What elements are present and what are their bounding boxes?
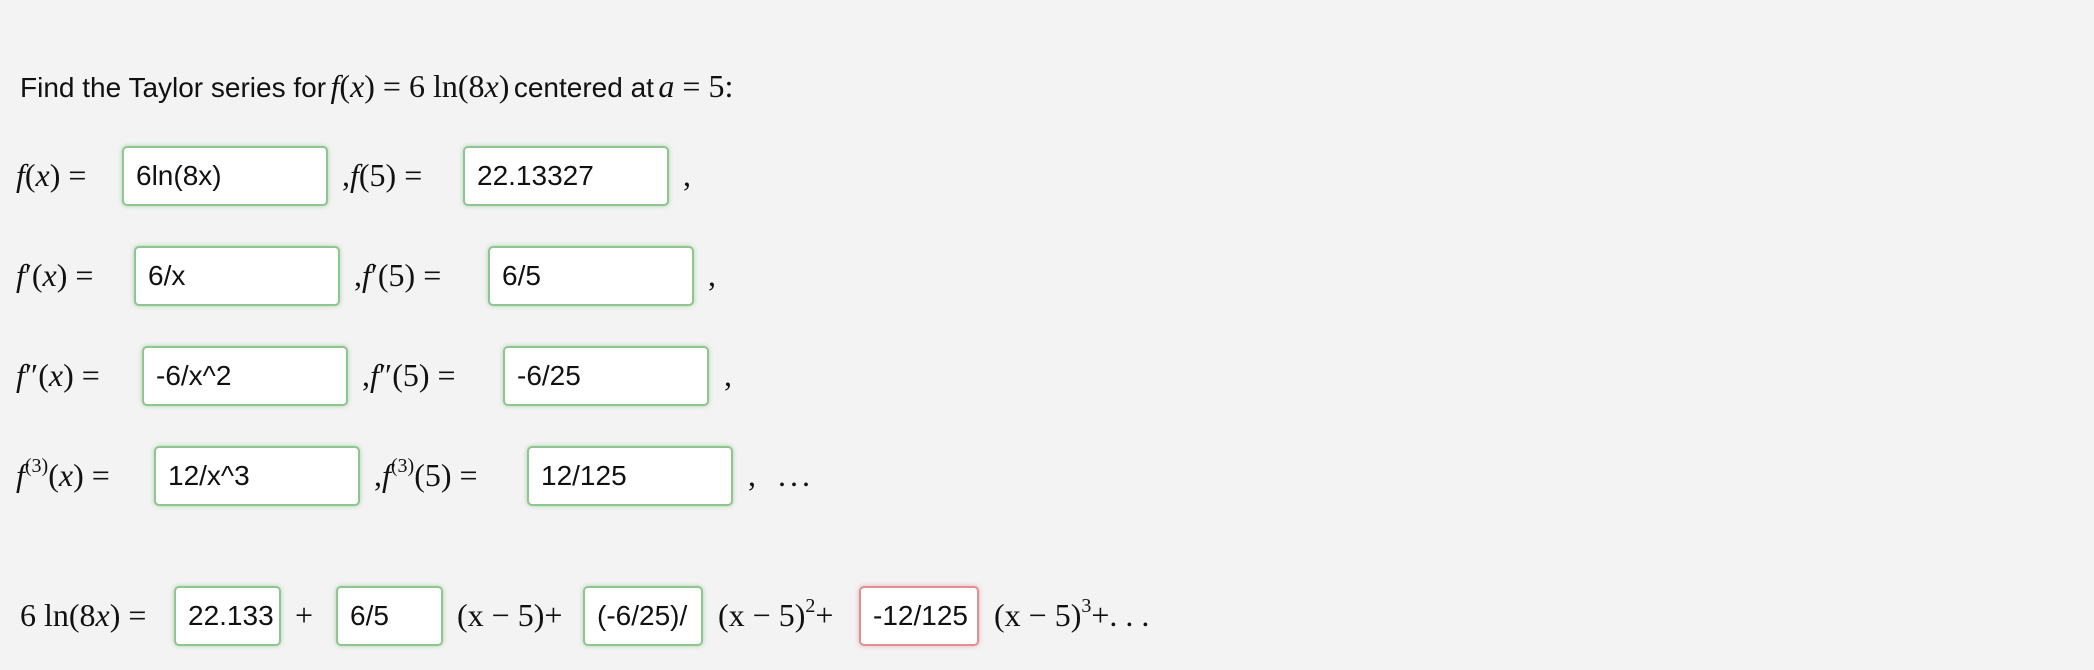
row3-lhs-label: f″(x) = [16, 357, 100, 393]
row2-trailing-comma: , [708, 257, 716, 293]
row3-eval-label: ,f″(5) = [362, 357, 456, 393]
row4-derivative-input[interactable] [154, 446, 360, 506]
row1-derivative-input[interactable] [122, 146, 328, 206]
row2-eval-input[interactable] [488, 246, 694, 306]
prompt-lead-text: Find the Taylor series for [20, 72, 327, 103]
row2-lhs-label: f′(x) = [16, 257, 94, 293]
prompt-center: a = 5: [658, 68, 734, 104]
row4-lhs-label: f(3)(x) = [16, 455, 110, 493]
series-factor2: (x − 5)2+ [718, 595, 834, 633]
prompt-function: f(x) = 6 ln(8x) [330, 68, 510, 104]
row4-ellipsis: ... [778, 457, 814, 493]
series-factor1: (x − 5)+ [457, 597, 563, 633]
series-term0-input[interactable] [174, 586, 281, 646]
row1-eval-label: ,f(5) = [342, 157, 423, 193]
row3-trailing-comma: , [724, 357, 732, 393]
row1-trailing-comma: , [683, 157, 691, 193]
row1-eval-input[interactable] [463, 146, 669, 206]
series-term3-input[interactable] [859, 586, 979, 646]
row4-eval-label: ,f(3)(5) = [374, 455, 478, 493]
row3-derivative-input[interactable] [142, 346, 348, 406]
row2-eval-label: ,f′(5) = [354, 257, 442, 293]
row2-derivative-input[interactable] [134, 246, 340, 306]
prompt-mid-text: centered at [513, 72, 654, 103]
series-lhs-label: 6 ln(8x) = [20, 597, 147, 633]
row3-eval-input[interactable] [503, 346, 709, 406]
series-plus-sign: + [295, 597, 314, 633]
series-factor3: (x − 5)3+. . . [994, 595, 1150, 633]
question-prompt: Find the Taylor series for f(x) = 6 ln(8… [20, 70, 733, 102]
row4-trailing-comma: , [748, 457, 756, 493]
series-term1-input[interactable] [336, 586, 443, 646]
row4-eval-input[interactable] [527, 446, 733, 506]
series-term2-input[interactable] [583, 586, 703, 646]
row1-lhs-label: f(x) = [16, 157, 87, 193]
